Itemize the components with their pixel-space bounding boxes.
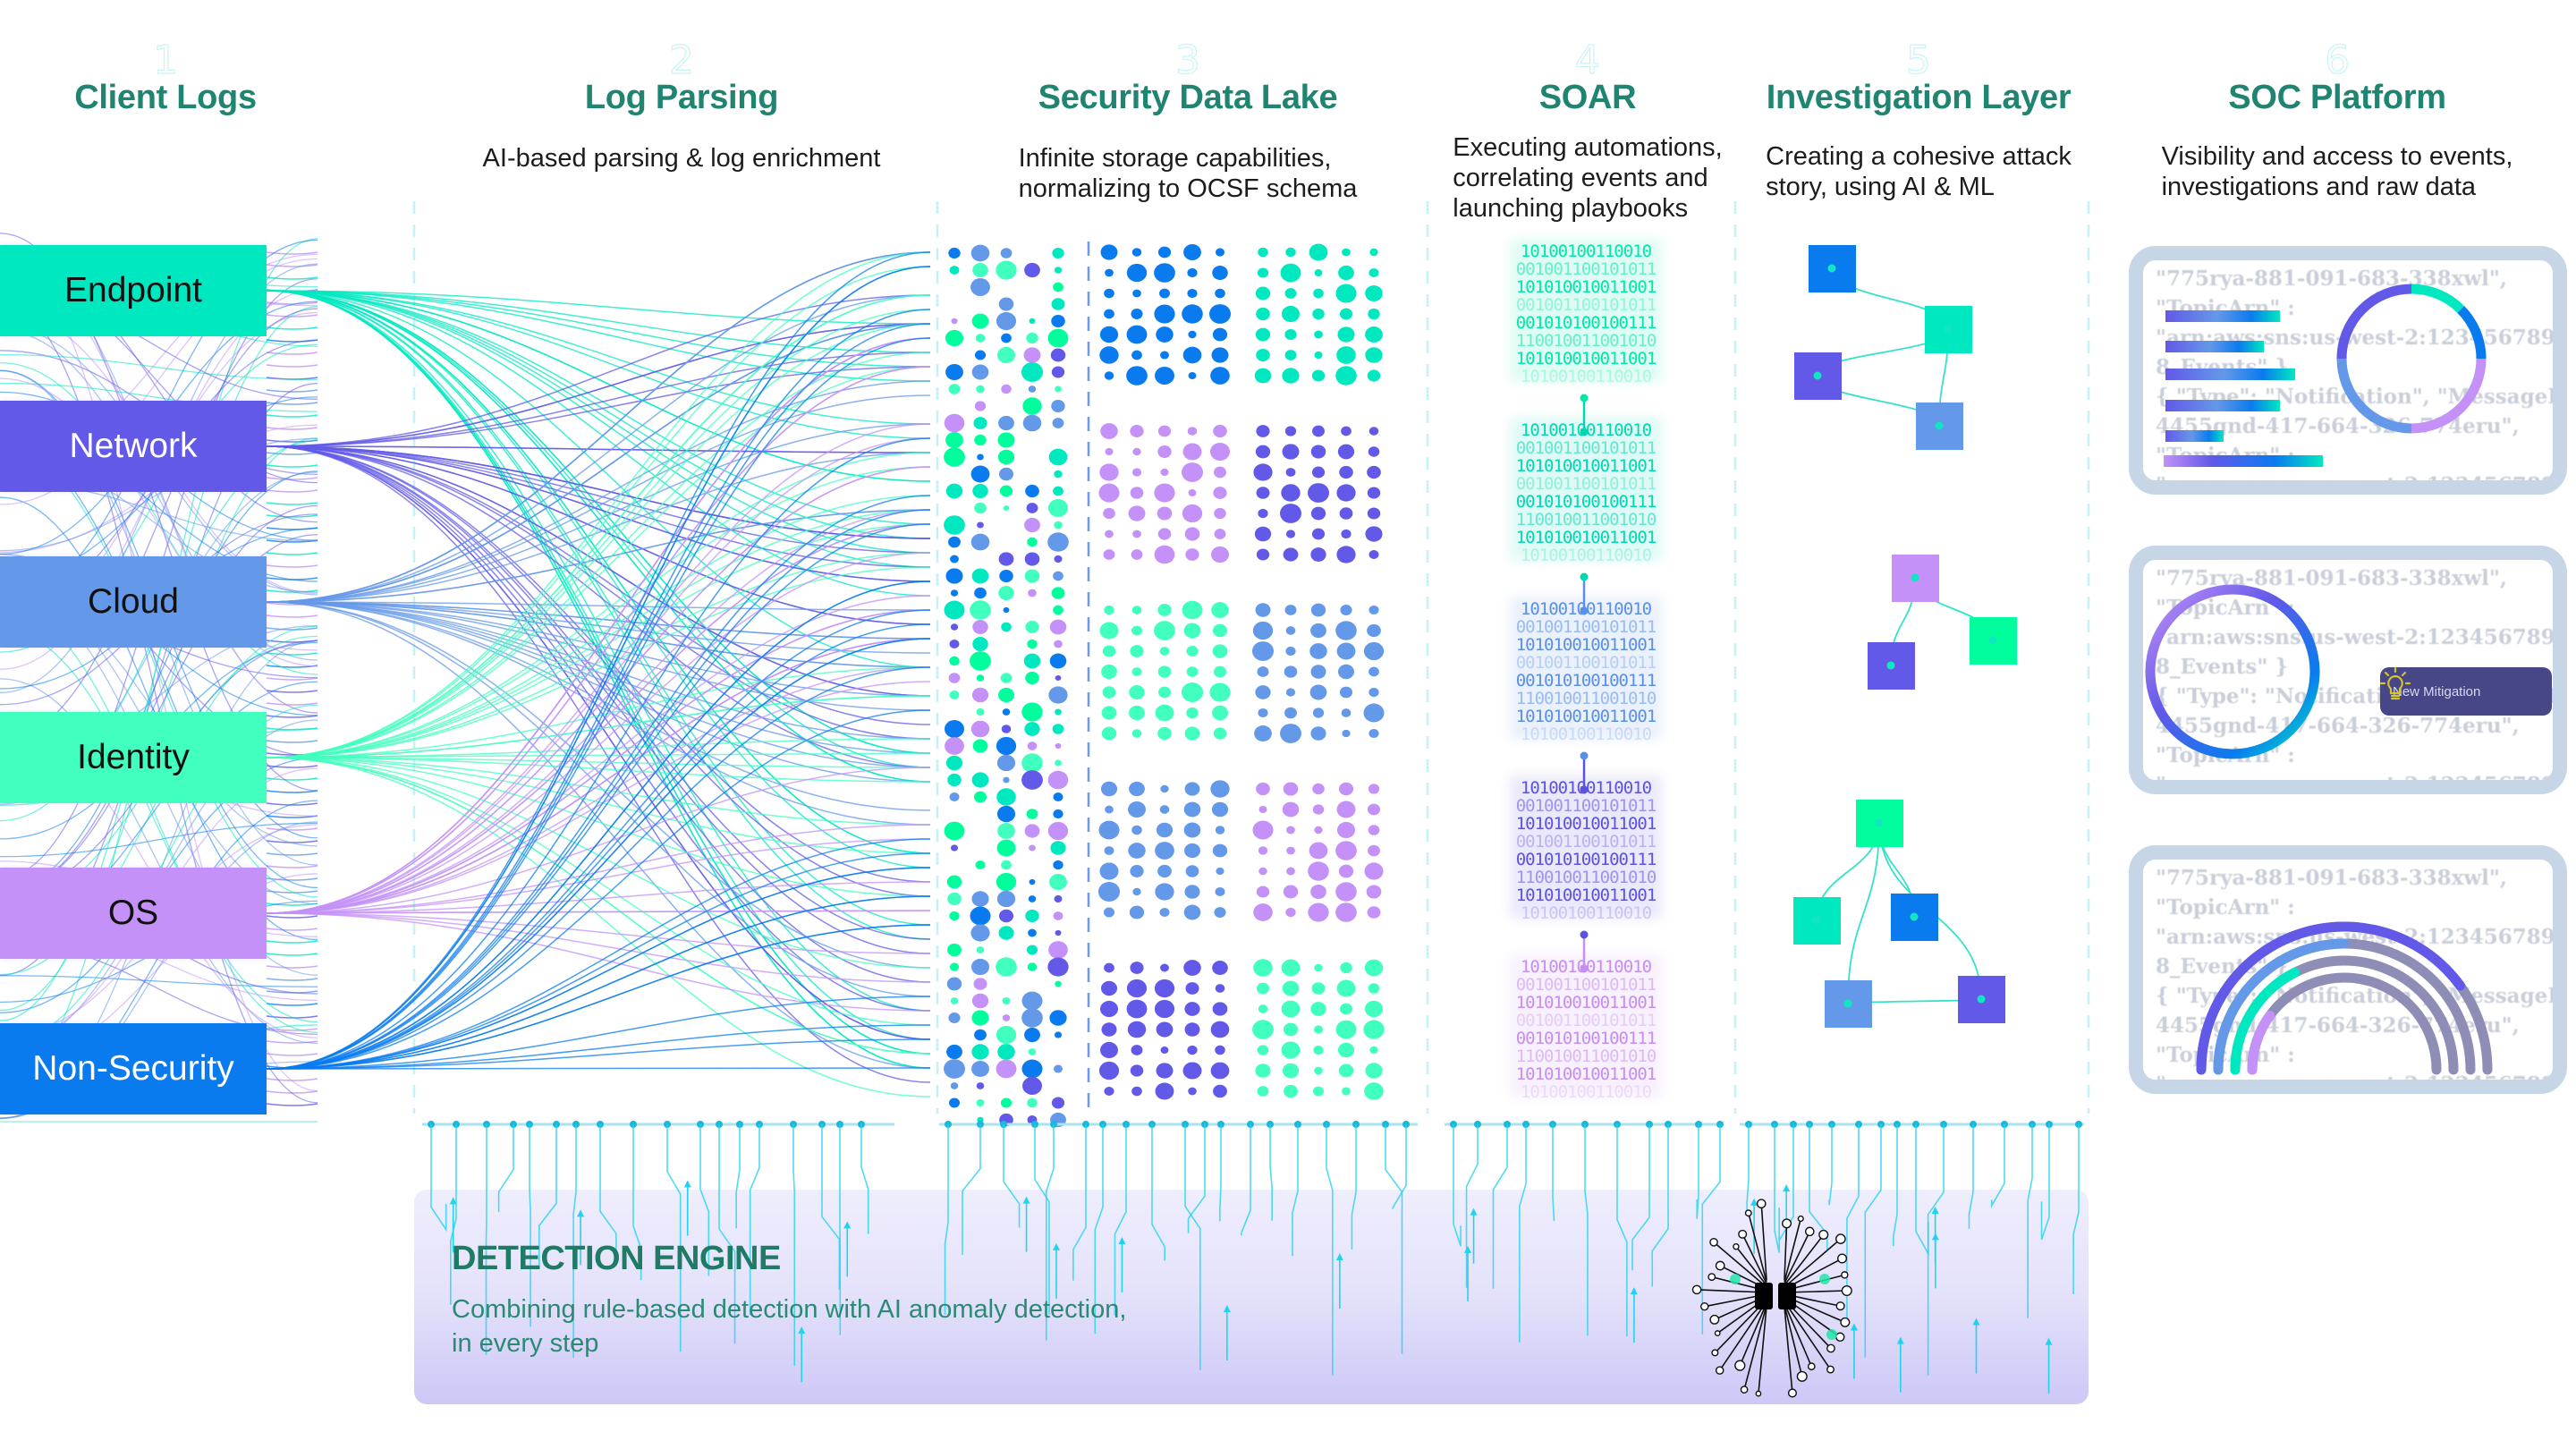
circuit-trace [1184,1124,1201,1370]
arrow-head [1470,1208,1478,1216]
brain-node [1691,1284,1702,1295]
brain-chip [1755,1283,1773,1309]
brain-node [1714,1330,1721,1336]
brain-node [1797,1215,1804,1223]
brain-highlight [1819,1274,1830,1284]
brain-node [1807,1362,1816,1371]
detection-engine-description: Combining rule-based detection with AI a… [452,1292,1126,1360]
circuit-trace [1151,1124,1165,1261]
brain-outline [1686,1191,1865,1410]
circuit-trace [1990,1124,2005,1209]
circuit-trace [1915,1124,1929,1257]
arrow-head [1464,1245,1472,1253]
brain-node [1738,1229,1748,1239]
brain-node [1835,1301,1845,1311]
brain-node [1835,1332,1845,1343]
brain-node [1787,1388,1797,1398]
brain-node [1733,1242,1740,1250]
circuit-trace [1269,1124,1273,1221]
brain-node [1744,1209,1752,1217]
circuit-trace [1584,1124,1589,1336]
brain-node [1826,1343,1835,1353]
arrow-head [683,1180,691,1188]
detection-engine-description-line: Combining rule-based detection with AI a… [452,1295,1127,1324]
arrow-head [2045,1337,2053,1345]
brain-node [1782,1218,1792,1229]
arrow-head [1630,1287,1638,1295]
circuit-trace [1492,1124,1508,1289]
circuit-trace [2027,1124,2033,1318]
brain-node [1709,1237,1718,1247]
circuit-trace [430,1124,447,1233]
arrow-head [1022,1196,1030,1204]
brain-node [1755,1390,1762,1397]
circuit-trace [2072,1124,2080,1294]
brain-highlight [1730,1274,1741,1284]
arrow-head [1118,1236,1126,1244]
brain-node [1709,1314,1720,1325]
circuit-trace [1385,1124,1403,1354]
circuit-trace [1453,1124,1462,1247]
circuit-trace [962,1124,981,1255]
detection-engine-description-line: in every step [452,1329,599,1358]
brain-node [1804,1226,1815,1237]
brain-node [1841,1284,1852,1297]
arrow-head [1335,1253,1343,1261]
brain-node [1841,1271,1849,1279]
circuit-trace [1351,1124,1357,1250]
detection-engine-title: DETECTION ENGINE [452,1240,781,1277]
circuit-trace [1968,1124,1974,1229]
circuit-trace [1552,1124,1555,1221]
circuit-trace [735,1124,741,1229]
brain-node [1818,1229,1829,1241]
brain-node [1796,1370,1808,1382]
arrow-head [843,1221,852,1229]
detection-circuit-overlay [422,1121,2084,1394]
circuit-trace [1114,1124,1127,1316]
circuit-trace [1326,1124,1334,1376]
brain-node [1700,1301,1709,1311]
arrow-head [1052,1242,1060,1250]
brain-node [1826,1365,1835,1374]
circuit-trace [821,1124,841,1290]
brain-node [1835,1233,1846,1244]
circuit-trace [1631,1124,1650,1271]
circuit-trace [1003,1124,1021,1228]
brain-node [1756,1199,1767,1209]
circuit-trace [1241,1124,1251,1236]
brain-highlight [1826,1329,1837,1340]
circuit-trace [1219,1124,1222,1222]
circuit-trace [1392,1124,1407,1209]
circuit-trace [599,1124,617,1253]
ai-brain-icon [1686,1191,1865,1410]
brain-node [1840,1317,1851,1327]
brain-node [1711,1349,1719,1357]
arrow-head [577,1209,585,1217]
circuit-trace [860,1124,869,1234]
brain-trace [1760,1203,1767,1281]
circuit-trace [749,1124,760,1316]
brain-node [1715,1366,1724,1375]
brain-node [1734,1360,1746,1371]
arrow-head [1896,1336,1904,1344]
circuit-trace [1616,1124,1628,1336]
brain-chip [1778,1283,1796,1309]
circuit-trace [1292,1124,1299,1257]
circuit-trace [497,1124,514,1212]
brain-node [1837,1253,1848,1264]
circuit-trace [2040,1124,2050,1241]
brain-node [1707,1273,1716,1282]
arrow-head [1972,1318,1980,1326]
arrow-head [1223,1304,1231,1312]
brain-node [1715,1260,1725,1271]
circuit-trace [1519,1124,1527,1343]
circuit-trace [944,1124,949,1315]
circuit-trace [1187,1124,1206,1233]
circuit-trace [1893,1124,1898,1247]
brain-node [1740,1385,1749,1394]
circuit-trace [1072,1124,1087,1281]
circuit-trace [1651,1124,1669,1287]
brain-trace [1719,1301,1767,1371]
